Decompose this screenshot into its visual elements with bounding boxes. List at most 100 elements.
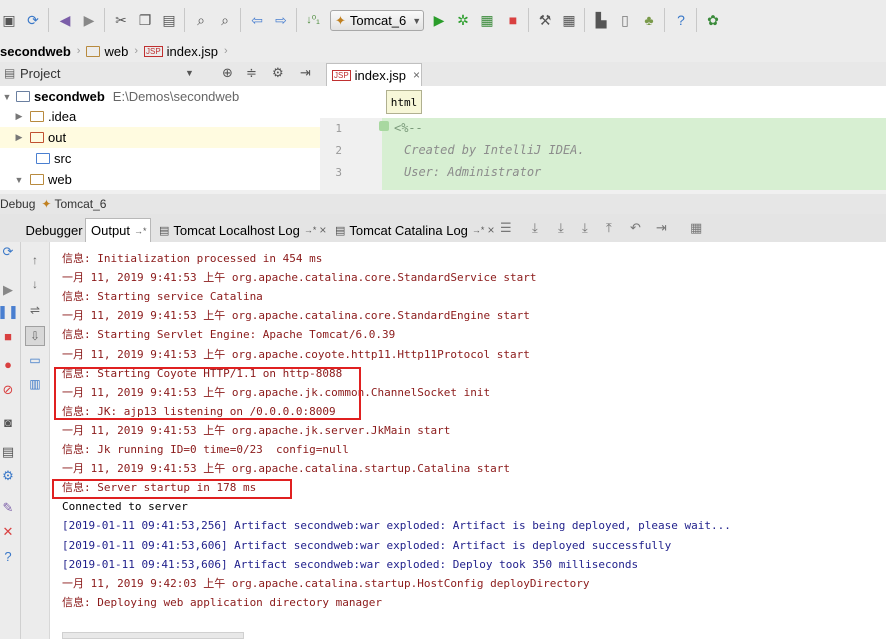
chevron-right-icon: › (223, 45, 228, 57)
highlight-box (52, 479, 292, 499)
arrow-down-icon[interactable]: ↓ (27, 276, 43, 292)
project-structure-icon[interactable]: ▦ (560, 10, 578, 30)
console-line: [2019-01-11 09:41:53,606] Artifact secon… (62, 557, 639, 571)
breadcrumb-item-project[interactable]: secondweb › (0, 40, 86, 62)
horizontal-scrollbar[interactable] (62, 632, 244, 639)
tab-output[interactable]: Output →* (85, 218, 151, 242)
android-icon[interactable]: ♣ (640, 10, 658, 30)
back-icon[interactable]: ⇦ (248, 10, 266, 30)
close-icon[interactable]: × (487, 223, 494, 237)
make-project-icon[interactable]: ↓⁰₁ (304, 10, 322, 30)
sdk-manager-icon[interactable]: ▙ (592, 10, 610, 30)
replace-icon[interactable]: ⌕ (216, 10, 234, 30)
run-configuration-select[interactable]: ✦ Tomcat_6 ▼ (330, 10, 424, 31)
hide-panel-icon[interactable]: ⇥ (300, 65, 311, 81)
project-view-icon: ▤ (4, 66, 16, 80)
tomcat-icon: ✦ (335, 12, 346, 28)
tab-tomcat-localhost-log[interactable]: ▤ Tomcat Localhost Log →* × (155, 218, 327, 242)
forward-icon[interactable]: ⇨ (272, 10, 290, 30)
drop-frame-icon[interactable]: ↶ (630, 220, 641, 236)
show-execution-point-icon[interactable]: ☰ (500, 220, 512, 236)
collapse-all-icon[interactable]: ≑ (246, 65, 257, 81)
pin-icon[interactable]: ✎ (0, 500, 16, 516)
chevron-right-icon: › (76, 45, 81, 57)
close-icon[interactable]: × (319, 223, 326, 237)
stop-icon[interactable]: ■ (0, 328, 16, 344)
arrow-up-icon[interactable]: ↑ (27, 252, 43, 268)
chevron-right-icon: › (134, 45, 138, 57)
rerun-icon[interactable]: ⟳ (0, 244, 16, 260)
undo-icon[interactable]: ◀ (56, 10, 74, 30)
trash-icon[interactable]: ▥ (27, 376, 43, 392)
chevron-down-icon[interactable]: ▼ (185, 68, 194, 78)
line-number: 3 (335, 166, 342, 179)
force-step-into-icon[interactable]: ⤓ (582, 220, 588, 236)
step-over-icon[interactable]: ⤓ (532, 220, 538, 236)
help-icon[interactable]: ? (0, 548, 16, 564)
console-line: [2019-01-11 09:41:53,256] Artifact secon… (62, 519, 731, 533)
jsp-file-icon: JSP (332, 69, 351, 81)
tab-tomcat-catalina-log[interactable]: ▤ Tomcat Catalina Log →* × (331, 218, 495, 242)
main-toolbar: ▣ ⟳ ◀ ▶ ✂ ❐ ▤ ⌕ ⌕ ⇦ ⇨ ↓⁰₁ ✦ Tomcat_6 ▼ ▶… (0, 0, 886, 41)
fold-marker-icon[interactable] (379, 121, 389, 131)
tree-item[interactable]: ▶ out (0, 127, 320, 148)
step-into-icon[interactable]: ⤓ (558, 220, 564, 236)
gear-icon[interactable]: ⚙ (0, 468, 16, 484)
log-icon: ▤ (335, 224, 346, 237)
console-action-bar: ↑ ↓ ⇌ ⇩ ▭ ▥ (21, 242, 50, 639)
copy-icon[interactable]: ❐ (136, 10, 154, 30)
close-icon[interactable]: ✕ (0, 524, 16, 540)
scroll-from-source-icon[interactable]: ⊕ (222, 65, 233, 81)
view-breakpoints-icon[interactable]: ● (0, 356, 16, 372)
evaluate-icon[interactable]: ▦ (690, 220, 702, 236)
resume-icon[interactable]: ▶ (0, 282, 16, 298)
synchronize-icon[interactable]: ⟳ (24, 10, 42, 30)
console-line: 信息: Deploying web application directory … (62, 595, 383, 609)
plugin-icon[interactable]: ✿ (704, 10, 722, 30)
tree-item[interactable]: src (0, 148, 320, 169)
stop-icon[interactable]: ■ (504, 10, 522, 30)
chevron-right-icon[interactable]: ▶ (14, 132, 24, 143)
mute-breakpoints-icon[interactable]: ⊘ (0, 382, 16, 398)
chevron-down-icon[interactable]: ▼ (14, 175, 24, 185)
debug-icon[interactable]: ✲ (454, 10, 472, 30)
gear-icon[interactable]: ⚙ (272, 65, 284, 81)
redo-icon[interactable]: ▶ (80, 10, 98, 30)
project-panel-title[interactable]: Project (20, 66, 60, 81)
android-device-icon[interactable]: ▯ (616, 10, 634, 30)
console-line: 信息: Initialization processed in 454 ms (62, 252, 323, 265)
print-icon[interactable]: ▭ (27, 352, 43, 368)
breadcrumb: secondweb › web › JSP index.jsp › (0, 40, 886, 63)
soft-wrap-icon[interactable]: ⇌ (27, 302, 43, 318)
run-icon[interactable]: ▶ (430, 10, 448, 30)
step-out-icon[interactable]: ⤒ (606, 220, 612, 236)
debug-tabs: Debugger Output →* ▤ Tomcat Localhost Lo… (0, 214, 886, 243)
coverage-icon[interactable]: ▦ (478, 10, 496, 30)
chevron-down-icon: ▼ (412, 15, 422, 26)
run-to-cursor-icon[interactable]: ⇥ (656, 220, 667, 236)
breadcrumb-item-web[interactable]: web › (86, 40, 144, 62)
paste-icon[interactable]: ▤ (160, 10, 178, 30)
breadcrumb-item-file[interactable]: JSP index.jsp › (144, 40, 234, 62)
layout-icon[interactable]: ▤ (0, 444, 16, 460)
tomcat-icon: ✦ (41, 197, 52, 211)
editor-tab-index-jsp[interactable]: JSP index.jsp × (326, 63, 422, 86)
find-icon[interactable]: ⌕ (192, 10, 210, 30)
save-all-icon[interactable]: ▣ (0, 10, 18, 30)
tree-item-root[interactable]: ▼ secondweb E:\Demos\secondweb (0, 86, 320, 107)
chevron-down-icon[interactable]: ▼ (2, 92, 12, 102)
chevron-right-icon[interactable]: ▶ (14, 111, 24, 122)
close-icon[interactable]: × (413, 68, 420, 82)
pause-icon[interactable]: ❚❚ (0, 304, 19, 320)
folder-icon (30, 132, 44, 143)
console-line: Connected to server (62, 500, 188, 514)
debug-config-name[interactable]: Tomcat_6 (54, 197, 106, 211)
tree-item[interactable]: ▼ web (0, 169, 320, 190)
scroll-to-end-icon[interactable]: ⇩ (25, 326, 45, 346)
help-icon[interactable]: ? (672, 10, 690, 30)
camera-icon[interactable]: ◙ (0, 414, 16, 430)
cut-icon[interactable]: ✂ (112, 10, 130, 30)
tab-debugger[interactable]: Debugger (24, 218, 84, 242)
tree-item[interactable]: ▶ .idea (0, 106, 320, 127)
settings-icon[interactable]: ⚒ (536, 10, 554, 30)
